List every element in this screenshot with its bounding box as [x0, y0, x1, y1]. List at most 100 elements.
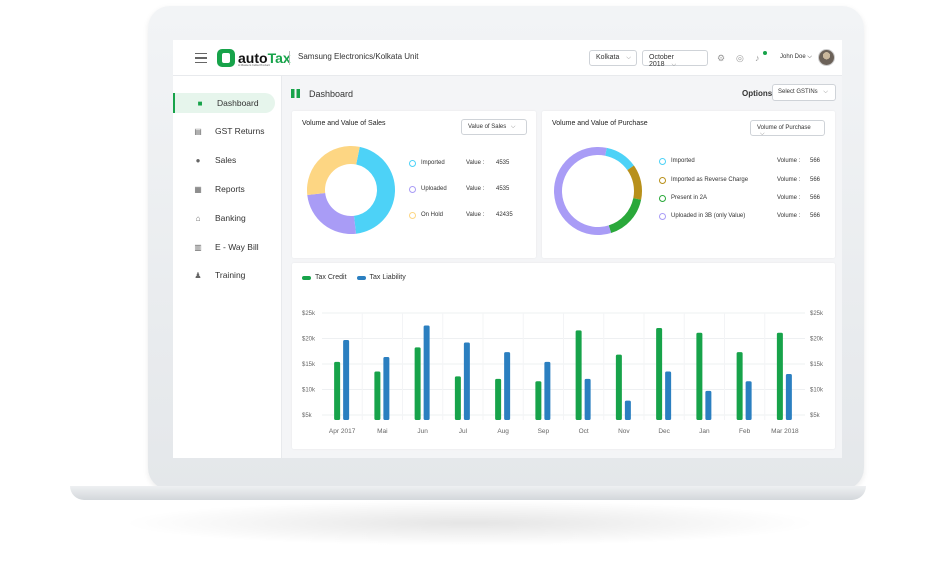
purchase-metric-select[interactable]: Volume of Purchase ⌵: [750, 120, 825, 137]
sidebar-item-label: GST Returns: [215, 126, 265, 136]
bar-tax-credit: [535, 381, 542, 420]
bar-tax-liability: [745, 381, 752, 420]
laptop-base: [70, 486, 866, 500]
sidebar-item-label: Dashboard: [217, 98, 259, 108]
legend-name: Tax Liability: [369, 274, 406, 281]
donut-slice-present-in-2a: [608, 198, 642, 234]
y-tick-label-left: $20k: [302, 337, 316, 343]
bar-tax-liability: [383, 357, 390, 420]
legend-name: Uploaded in 3B (only Value): [671, 213, 746, 219]
options-label: Options: [742, 89, 773, 98]
legend-name: Present in 2A: [671, 195, 708, 201]
gstin-select[interactable]: Select GSTINs ⌵: [772, 84, 836, 101]
avatar[interactable]: [818, 49, 835, 66]
user-menu[interactable]: John Doe ⌵: [780, 54, 812, 61]
bar-tax-liability: [584, 378, 591, 420]
legend-item: On Hold Value : 42435: [409, 211, 529, 221]
legend-swatch: [409, 212, 416, 219]
bar-tax-liability: [343, 340, 350, 420]
sidebar-item-e-way-bill[interactable]: ▥ E - Way Bill: [173, 237, 275, 257]
city-select[interactable]: Kolkata ⌵: [589, 50, 637, 66]
legend-value-label: Volume :: [777, 195, 801, 201]
x-tick-label: Sep: [538, 428, 550, 435]
training-icon: ♟: [194, 270, 202, 280]
logo-subtitle: A Masters India Product: [238, 63, 270, 67]
grid-icon: ■: [197, 98, 203, 108]
chart-icon: ▦: [194, 184, 202, 194]
document-icon: ▤: [194, 126, 202, 136]
autotax-logo[interactable]: autoTax A Masters India Product: [217, 48, 291, 68]
legend-item: Present in 2A Volume : 566: [659, 194, 829, 204]
bar-tax-credit: [495, 378, 502, 420]
legend-value: 42435: [496, 212, 513, 218]
x-tick-label: Mai: [377, 428, 387, 435]
legend-name: Imported as Reverse Charge: [671, 177, 749, 183]
sidebar-item-label: Reports: [215, 184, 245, 194]
y-tick-label-right: $10k: [810, 388, 824, 394]
donut-slice-on-hold: [307, 146, 360, 196]
x-tick-label: Oct: [579, 428, 589, 435]
hamburger-menu-icon[interactable]: [195, 53, 207, 63]
y-tick-label-right: $25k: [810, 311, 824, 317]
purchase-donut-chart: [554, 147, 642, 235]
bar-tax-credit: [575, 330, 582, 420]
bar-tax-credit: [374, 371, 381, 420]
legend-name: Imported: [671, 158, 695, 164]
y-tick-label-right: $20k: [810, 337, 824, 343]
sidebar-item-label: E - Way Bill: [215, 242, 259, 252]
chevron-down-icon: ⌵: [823, 89, 828, 95]
x-tick-label: Apr 2017: [329, 428, 356, 435]
chevron-down-icon: ⌵: [807, 54, 812, 60]
sidebar-item-training[interactable]: ♟ Training: [173, 265, 275, 285]
help-icon[interactable]: ◎: [736, 53, 744, 64]
bar-tax-credit: [776, 332, 783, 420]
legend-value: 566: [810, 158, 821, 164]
company-name: Samsung Electronics/Kolkata Unit: [298, 52, 419, 61]
legend-value: 4535: [496, 160, 510, 166]
bar-tax-liability: [705, 390, 712, 420]
legend-item: Uploaded Value : 4535: [409, 185, 529, 195]
bar-tax-credit: [696, 332, 703, 420]
sidebar-item-label: Banking: [215, 213, 246, 223]
page-title: Dashboard: [309, 89, 354, 99]
bar-tax-credit: [414, 347, 421, 420]
page-header: Dashboard Options Select GSTINs ⌵: [291, 84, 836, 104]
sidebar-item-gst-returns[interactable]: ▤ GST Returns: [173, 121, 275, 141]
bar-tax-credit: [454, 376, 461, 420]
legend-value-label: Volume :: [777, 213, 801, 219]
sales-metric-select[interactable]: Value of Sales ⌵: [461, 119, 527, 135]
sidebar-item-sales[interactable]: ● Sales: [173, 150, 275, 170]
logo-mark-icon: [217, 49, 235, 67]
bar-tax-liability: [665, 371, 672, 420]
sidebar-item-banking[interactable]: ⌂ Banking: [173, 208, 275, 228]
x-tick-label: Feb: [739, 428, 751, 435]
legend-value-label: Value :: [466, 186, 485, 192]
legend-value-label: Value :: [466, 160, 485, 166]
legend-swatch: [356, 275, 366, 280]
bar-tax-liability: [463, 342, 470, 420]
x-tick-label: Jun: [417, 428, 428, 435]
donut-slice-uploaded: [307, 192, 357, 234]
settings-icon[interactable]: ⚙: [717, 53, 725, 64]
card-title: Volume and Value of Purchase: [552, 120, 648, 127]
tax-bar-chart-card: Tax Credit Tax Liability $25k $25k $20k $20…: [292, 263, 835, 449]
sidebar-item-reports[interactable]: ▦ Reports: [173, 179, 275, 199]
period-select[interactable]: October 2018 ⌵: [642, 50, 708, 68]
chevron-down-icon: ⌵: [671, 62, 677, 68]
notification-dot: [763, 51, 767, 55]
sidebar-item-label: Sales: [215, 155, 237, 165]
bell-icon[interactable]: ♪: [755, 53, 760, 63]
bank-icon: ⌂: [195, 213, 201, 223]
app-screen: autoTax A Masters India Product Samsung …: [173, 40, 842, 458]
y-tick-label-left: $10k: [302, 388, 316, 394]
legend-value-label: Volume :: [777, 158, 801, 164]
sidebar-item-dashboard[interactable]: ■ Dashboard: [173, 93, 275, 113]
bill-icon: ▥: [194, 242, 202, 252]
legend-item: Imported as Reverse Charge Volume : 566: [659, 176, 829, 186]
legend-swatch: [659, 195, 666, 202]
donut-slice-uploaded-in-3b-only-value-: [554, 147, 612, 235]
x-tick-label: Mar 2018: [771, 428, 799, 435]
x-tick-label: Jul: [459, 428, 468, 435]
dashboard-icon: [291, 89, 300, 98]
donut-slice-imported-as-reverse-charge: [627, 165, 642, 200]
